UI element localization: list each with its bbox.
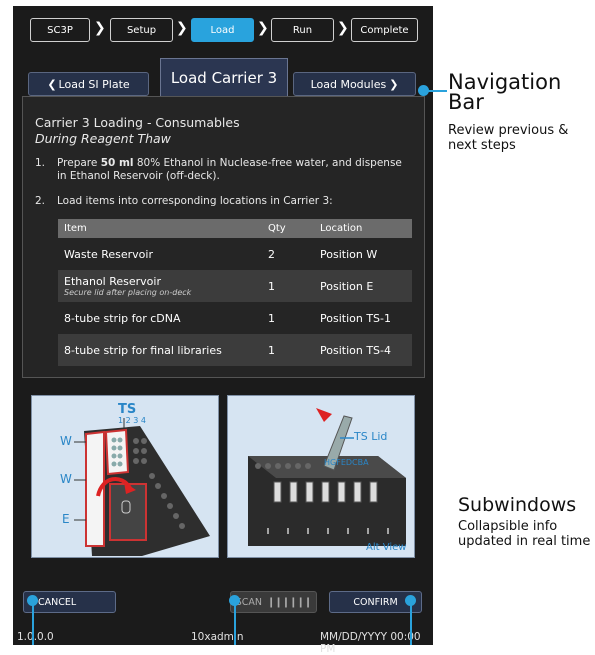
annotation-marker — [229, 595, 240, 606]
well-row-letters: HGFEDCBA — [324, 458, 369, 467]
barcode-icon: ❙❙❙❙❙❙ — [267, 596, 312, 608]
chevron-right-icon: ❯ — [337, 20, 349, 36]
panel-title: Carrier 3 Loading - Consumables — [35, 115, 240, 130]
step-sc3p[interactable]: SC3P — [30, 18, 90, 42]
annotation-marker — [405, 595, 416, 606]
qty-cell: 1 — [268, 311, 275, 325]
next-step-button[interactable]: Load Modules ❯ — [293, 72, 416, 96]
table-row: 8-tube strip for final libraries 1 Posit… — [58, 334, 412, 366]
item-cell: 8-tube strip for final libraries — [58, 334, 262, 366]
item-name: Ethanol Reservoir — [64, 275, 161, 288]
instruction-2: Load items into corresponding locations … — [57, 195, 333, 207]
next-step-label: Load Modules — [310, 77, 387, 91]
annotation-nav-desc: Review previous & next steps — [448, 123, 569, 153]
alt-view-link[interactable]: Alt View — [366, 542, 406, 553]
qty-cell: 1 — [262, 270, 314, 302]
item-cell: 8-tube strip for cDNA — [64, 311, 181, 325]
instruction-text: 80% Ethanol in Nuclease-free water, and … — [133, 157, 402, 169]
ethanol-position-label: E — [62, 512, 70, 526]
item-cell: Ethanol Reservoir Secure lid after placi… — [58, 270, 262, 302]
annotation-connector — [410, 601, 412, 645]
ethanol-volume: 50 ml — [100, 157, 134, 169]
table-row: Ethanol Reservoir Secure lid after placi… — [58, 270, 412, 302]
column-header-location: Location — [314, 219, 412, 238]
ts-label: TS — [118, 402, 137, 417]
step-load[interactable]: Load — [191, 18, 254, 42]
chevron-right-icon: ❯ — [176, 20, 188, 36]
instruction-1: Prepare 50 ml 80% Ethanol in Nuclease-fr… — [57, 157, 419, 183]
prev-step-button[interactable]: ❮ Load SI Plate — [28, 72, 149, 96]
instruction-text: in Ethanol Reservoir (off-deck). — [57, 170, 220, 182]
location-cell: Position TS-1 — [320, 311, 391, 325]
chevron-right-icon: ❯ — [389, 77, 399, 91]
scan-button[interactable]: SCAN ❙❙❙❙❙❙ — [230, 591, 317, 613]
location-cell: Position TS-4 — [314, 334, 412, 366]
annotation-connector — [234, 601, 236, 645]
annotation-subwindows-desc: Collapsible info updated in real time — [458, 519, 591, 549]
panel-subtitle: During Reagent Thaw — [35, 131, 171, 146]
chevron-left-icon: ❮ — [47, 77, 57, 91]
qty-cell: 1 — [262, 334, 314, 366]
carrier-alt-view-diagram[interactable]: TS Lid HGFEDCBA Alt View — [227, 395, 415, 558]
annotation-connector — [32, 601, 34, 645]
table-row: Waste Reservoir 2 Position W — [58, 238, 412, 270]
annotation-marker — [418, 85, 429, 96]
step-complete[interactable]: Complete — [351, 18, 418, 42]
step-progress-bar: SC3P ❯ Setup ❯ Load ❯ Run ❯ Complete — [13, 6, 433, 56]
step-number: 1. — [35, 157, 46, 169]
item-note: Secure lid after placing on-deck — [64, 288, 192, 297]
version-label: 1.0.0.0 — [17, 631, 54, 643]
table-row: 8-tube strip for cDNA 1 Position TS-1 — [58, 302, 412, 334]
chevron-right-icon: ❯ — [257, 20, 269, 36]
annotation-subwindows-title: Subwindows — [458, 494, 577, 516]
current-step-tab: Load Carrier 3 — [160, 58, 288, 96]
step-number: 2. — [35, 195, 46, 207]
step-setup[interactable]: Setup — [110, 18, 173, 42]
qty-cell: 2 — [268, 247, 275, 261]
column-header-qty: Qty — [262, 219, 314, 238]
datetime-label: MM/DD/YYYY 00:00 PM — [320, 631, 421, 655]
prev-step-label: Load SI Plate — [58, 77, 130, 91]
ts-position-numbers: 1 2 3 4 — [118, 416, 146, 425]
waste-position-label: W — [60, 434, 72, 448]
consumables-table: Item Qty Location Waste Reservoir 2 Posi… — [58, 219, 412, 366]
column-header-item: Item — [58, 219, 262, 238]
carrier-alt-view-illustration — [248, 408, 406, 546]
instrument-screen: SC3P ❯ Setup ❯ Load ❯ Run ❯ Complete ❮ L… — [13, 6, 433, 655]
location-cell: Position E — [314, 270, 412, 302]
annotation-marker — [27, 595, 38, 606]
waste-position-label: W — [60, 472, 72, 486]
chevron-right-icon: ❯ — [94, 20, 106, 36]
item-cell: Waste Reservoir — [64, 247, 153, 261]
location-cell: Position W — [320, 247, 378, 261]
annotation-nav-title: Navigation Bar — [448, 70, 562, 114]
ts-lid-label: TS Lid — [354, 430, 388, 443]
carrier-top-view-diagram[interactable]: TS 1 2 3 4 W W E — [31, 395, 219, 558]
instruction-text: Prepare — [57, 157, 101, 169]
step-run[interactable]: Run — [271, 18, 334, 42]
